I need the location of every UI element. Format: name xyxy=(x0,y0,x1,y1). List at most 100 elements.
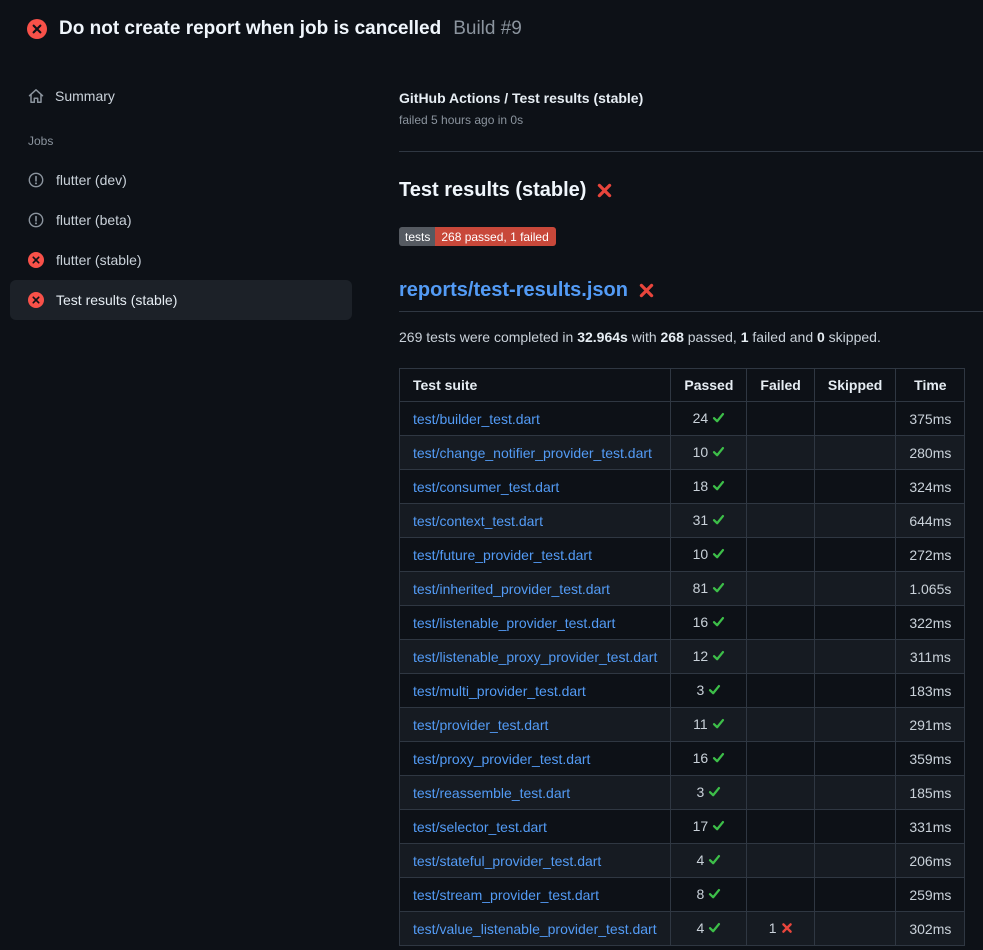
suite-cell: test/builder_test.dart xyxy=(400,402,671,436)
table-row: test/stateful_provider_test.dart4206ms xyxy=(400,844,965,878)
table-row: test/builder_test.dart 24 375ms xyxy=(400,402,965,436)
table-row: test/listenable_provider_test.dart16322m… xyxy=(400,606,965,640)
table-row: test/consumer_test.dart18324ms xyxy=(400,470,965,504)
passed-cell: 24 xyxy=(671,402,747,436)
test-suite-link[interactable]: test/listenable_provider_test.dart xyxy=(413,615,615,631)
skipped-cell xyxy=(814,606,895,640)
test-suite-link[interactable]: test/stateful_provider_test.dart xyxy=(413,853,601,869)
passed-cell: 3 xyxy=(671,776,747,810)
suite-cell: test/listenable_provider_test.dart xyxy=(400,606,671,640)
build-header: Do not create report when job is cancell… xyxy=(0,0,983,58)
test-suite-link[interactable]: test/change_notifier_provider_test.dart xyxy=(413,445,652,461)
skipped-cell xyxy=(814,640,895,674)
time-cell: 1.065s xyxy=(896,572,965,606)
failed-cell xyxy=(747,538,814,572)
build-failed-icon xyxy=(27,19,47,39)
failed-cell xyxy=(747,674,814,708)
build-title: Do not create report when job is cancell… xyxy=(59,18,441,40)
column-header-time: Time xyxy=(896,369,965,402)
suite-cell: test/stream_provider_test.dart xyxy=(400,878,671,912)
table-row: test/value_listenable_provider_test.dart… xyxy=(400,912,965,946)
test-summary-text: 269 tests were completed in 32.964s with… xyxy=(399,329,983,345)
time-cell: 375ms xyxy=(896,402,965,436)
column-header-test-suite: Test suite xyxy=(400,369,671,402)
sidebar-item-flutter-beta[interactable]: flutter (beta) xyxy=(10,200,352,240)
table-row: test/listenable_proxy_provider_test.dart… xyxy=(400,640,965,674)
skipped-cell xyxy=(814,504,895,538)
check-icon xyxy=(708,683,721,699)
sidebar-item-summary[interactable]: Summary xyxy=(10,80,352,112)
suite-cell: test/inherited_provider_test.dart xyxy=(400,572,671,606)
skipped-cell xyxy=(814,708,895,742)
passed-cell: 11 xyxy=(671,708,747,742)
time-cell: 302ms xyxy=(896,912,965,946)
time-cell: 280ms xyxy=(896,436,965,470)
sidebar-item-flutter-stable[interactable]: flutter (stable) xyxy=(10,240,352,280)
skipped-cell xyxy=(814,912,895,946)
report-file-link[interactable]: reports/test-results.json xyxy=(399,279,628,302)
table-row: test/future_provider_test.dart10272ms xyxy=(400,538,965,572)
job-label: flutter (dev) xyxy=(56,172,127,188)
check-icon xyxy=(712,581,725,597)
failed-x-icon xyxy=(596,182,613,199)
skipped-cell xyxy=(814,572,895,606)
test-suite-link[interactable]: test/multi_provider_test.dart xyxy=(413,683,586,699)
test-suite-link[interactable]: test/context_test.dart xyxy=(413,513,543,529)
test-suite-link[interactable]: test/proxy_provider_test.dart xyxy=(413,751,590,767)
time-cell: 331ms xyxy=(896,810,965,844)
sidebar-item-test-results-stable[interactable]: Test results (stable) xyxy=(10,280,352,320)
home-icon xyxy=(28,88,44,104)
failed-cell xyxy=(747,742,814,776)
test-suite-link[interactable]: test/selector_test.dart xyxy=(413,819,547,835)
time-cell: 311ms xyxy=(896,640,965,674)
test-suite-link[interactable]: test/provider_test.dart xyxy=(413,717,548,733)
check-icon xyxy=(712,615,725,631)
sidebar-item-flutter-dev[interactable]: flutter (dev) xyxy=(10,160,352,200)
test-suite-link[interactable]: test/listenable_proxy_provider_test.dart xyxy=(413,649,657,665)
test-suite-link[interactable]: test/builder_test.dart xyxy=(413,411,540,427)
column-header-skipped: Skipped xyxy=(814,369,895,402)
divider xyxy=(399,151,983,152)
x-circle-icon xyxy=(28,292,44,308)
suite-cell: test/consumer_test.dart xyxy=(400,470,671,504)
passed-cell: 10 xyxy=(671,436,747,470)
failed-cell xyxy=(747,572,814,606)
test-suite-link[interactable]: test/future_provider_test.dart xyxy=(413,547,592,563)
column-header-failed: Failed xyxy=(747,369,814,402)
failed-cell xyxy=(747,606,814,640)
breadcrumb: GitHub Actions / Test results (stable) xyxy=(399,90,983,106)
table-header-row: Test suite Passed Failed Skipped Time xyxy=(400,369,965,402)
passed-cell: 12 xyxy=(671,640,747,674)
suite-cell: test/change_notifier_provider_test.dart xyxy=(400,436,671,470)
test-suite-link[interactable]: test/consumer_test.dart xyxy=(413,479,559,495)
sidebar: Summary Jobs flutter (dev)flutter (beta)… xyxy=(0,58,370,320)
passed-cell: 17 xyxy=(671,810,747,844)
test-suite-link[interactable]: test/reassemble_test.dart xyxy=(413,785,570,801)
status-line: failed 5 hours ago in 0s xyxy=(399,113,983,127)
section-title: Test results (stable) xyxy=(399,179,983,202)
time-cell: 644ms xyxy=(896,504,965,538)
test-suite-link[interactable]: test/value_listenable_provider_test.dart xyxy=(413,921,657,937)
passed-cell: 81 xyxy=(671,572,747,606)
tests-badge: tests 268 passed, 1 failed xyxy=(399,227,556,246)
check-icon xyxy=(712,445,725,461)
check-icon xyxy=(708,921,721,937)
time-cell: 259ms xyxy=(896,878,965,912)
suite-cell: test/multi_provider_test.dart xyxy=(400,674,671,708)
results-table: Test suite Passed Failed Skipped Time te… xyxy=(399,368,965,946)
failed-cell xyxy=(747,878,814,912)
failed-cell xyxy=(747,470,814,504)
check-icon xyxy=(712,649,725,665)
time-cell: 206ms xyxy=(896,844,965,878)
failed-cell xyxy=(747,640,814,674)
sidebar-summary-label: Summary xyxy=(55,88,115,104)
passed-cell: 10 xyxy=(671,538,747,572)
table-row: test/context_test.dart31644ms xyxy=(400,504,965,538)
alert-circle-icon xyxy=(28,212,44,228)
passed-cell: 8 xyxy=(671,878,747,912)
suite-cell: test/reassemble_test.dart xyxy=(400,776,671,810)
test-suite-link[interactable]: test/inherited_provider_test.dart xyxy=(413,581,610,597)
alert-circle-icon xyxy=(28,172,44,188)
test-suite-link[interactable]: test/stream_provider_test.dart xyxy=(413,887,599,903)
skipped-cell xyxy=(814,742,895,776)
